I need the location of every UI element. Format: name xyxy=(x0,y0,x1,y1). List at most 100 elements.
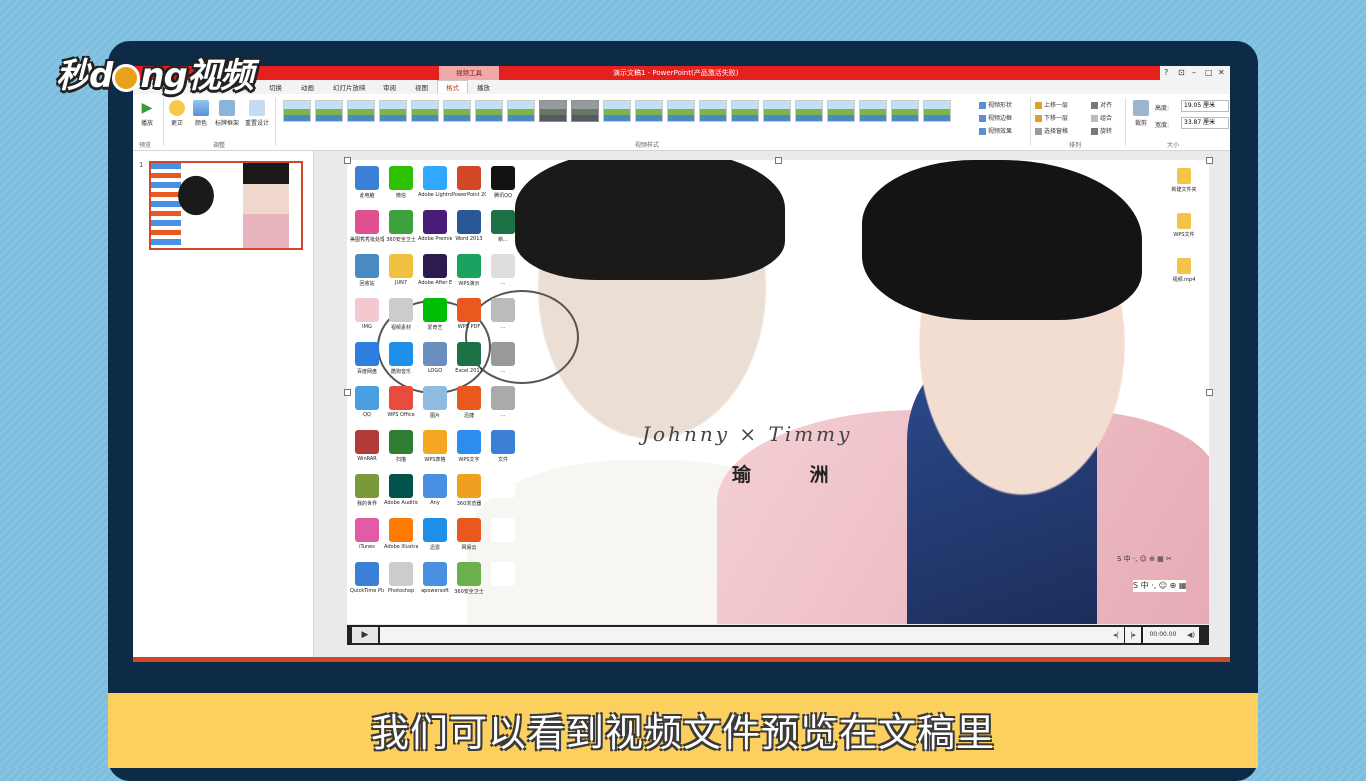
crop-button[interactable]: 裁剪 xyxy=(1127,100,1155,127)
send-backward-button[interactable]: 下移一层 xyxy=(1035,113,1068,122)
reset-design-button[interactable]: 重置设计 xyxy=(243,100,271,127)
resize-handle[interactable] xyxy=(344,157,351,164)
tab-playback[interactable]: 播放 xyxy=(477,82,490,92)
video-style-thumb[interactable] xyxy=(699,100,727,122)
ime-toolbar[interactable]: S 中 ·, ☺ ⊕ ▦ ✂ xyxy=(1117,553,1172,565)
video-style-thumb[interactable] xyxy=(315,100,343,122)
tab-review[interactable]: 审阅 xyxy=(383,82,396,92)
desktop-app-icon[interactable] xyxy=(491,298,515,322)
desktop-app-icon[interactable] xyxy=(423,342,447,366)
desktop-app-icon[interactable] xyxy=(423,518,447,542)
desktop-app-icon[interactable] xyxy=(355,342,379,366)
desktop-app-icon[interactable] xyxy=(389,298,413,322)
video-style-thumb[interactable] xyxy=(891,100,919,122)
player-back-button[interactable]: ◂| xyxy=(1108,627,1124,643)
desktop-app-icon[interactable] xyxy=(457,210,481,234)
video-style-thumb[interactable] xyxy=(667,100,695,122)
help-icon[interactable]: ? xyxy=(1164,68,1168,77)
maximize-button[interactable]: □ xyxy=(1205,68,1213,77)
desktop-app-icon[interactable] xyxy=(457,298,481,322)
video-style-thumb[interactable] xyxy=(795,100,823,122)
desktop-app-icon[interactable] xyxy=(457,342,481,366)
desktop-app-icon[interactable] xyxy=(389,474,413,498)
resize-handle[interactable] xyxy=(775,157,782,164)
desktop-app-icon[interactable] xyxy=(491,342,515,366)
close-button[interactable]: ✕ xyxy=(1218,68,1225,77)
video-style-thumb[interactable] xyxy=(539,100,567,122)
desktop-app-icon[interactable] xyxy=(457,430,481,454)
play-button[interactable]: ▶ 播放 xyxy=(133,100,161,127)
align-button[interactable]: 对齐 xyxy=(1091,100,1112,109)
desktop-file-icon[interactable] xyxy=(1177,258,1191,274)
desktop-app-icon[interactable] xyxy=(389,386,413,410)
desktop-app-icon[interactable] xyxy=(355,474,379,498)
tab-format[interactable]: 格式 xyxy=(437,80,468,93)
video-shape-button[interactable]: 视频形状 xyxy=(979,100,1012,109)
desktop-app-icon[interactable] xyxy=(389,254,413,278)
desktop-app-icon[interactable] xyxy=(457,562,481,586)
desktop-app-icon[interactable] xyxy=(491,386,515,410)
desktop-app-icon[interactable] xyxy=(389,562,413,586)
player-play-button[interactable]: ▶ xyxy=(352,627,378,643)
desktop-app-icon[interactable] xyxy=(355,298,379,322)
desktop-app-icon[interactable] xyxy=(491,518,515,542)
video-style-thumb[interactable] xyxy=(571,100,599,122)
desktop-app-icon[interactable] xyxy=(423,562,447,586)
rotate-button[interactable]: 旋转 xyxy=(1091,126,1112,135)
desktop-app-icon[interactable] xyxy=(423,298,447,322)
tab-view[interactable]: 视图 xyxy=(415,82,428,92)
tab-animations[interactable]: 动画 xyxy=(301,82,314,92)
desktop-app-icon[interactable] xyxy=(423,430,447,454)
video-effects-button[interactable]: 视频效果 xyxy=(979,126,1012,135)
desktop-app-icon[interactable] xyxy=(389,430,413,454)
video-style-thumb[interactable] xyxy=(859,100,887,122)
video-slide[interactable]: 此电脑 微信 Adobe Lightroo...PowerPoint 2013 腾讯Q… xyxy=(347,160,1209,624)
desktop-file-icon[interactable] xyxy=(1177,213,1191,229)
desktop-app-icon[interactable] xyxy=(457,254,481,278)
width-input[interactable]: 33.87 厘米 xyxy=(1181,117,1229,129)
video-style-thumb[interactable] xyxy=(731,100,759,122)
desktop-file-icon[interactable] xyxy=(1177,168,1191,184)
video-style-thumb[interactable] xyxy=(507,100,535,122)
desktop-app-icon[interactable] xyxy=(423,474,447,498)
desktop-app-icon[interactable] xyxy=(355,518,379,542)
desktop-app-icon[interactable] xyxy=(423,386,447,410)
desktop-app-icon[interactable] xyxy=(389,210,413,234)
desktop-app-icon[interactable] xyxy=(491,474,515,498)
desktop-app-icon[interactable] xyxy=(389,166,413,190)
desktop-app-icon[interactable] xyxy=(355,386,379,410)
ime-toolbar-2[interactable]: S 中 ·, ☺ ⊕ ▦ xyxy=(1133,580,1187,592)
video-style-thumb[interactable] xyxy=(603,100,631,122)
desktop-app-icon[interactable] xyxy=(423,210,447,234)
tab-slideshow[interactable]: 幻灯片放映 xyxy=(333,82,366,92)
desktop-app-icon[interactable] xyxy=(355,254,379,278)
video-style-thumb[interactable] xyxy=(635,100,663,122)
video-style-thumb[interactable] xyxy=(923,100,951,122)
video-style-thumb[interactable] xyxy=(827,100,855,122)
desktop-app-icon[interactable] xyxy=(355,430,379,454)
desktop-app-icon[interactable] xyxy=(423,166,447,190)
video-style-thumb[interactable] xyxy=(443,100,471,122)
desktop-app-icon[interactable] xyxy=(491,166,515,190)
desktop-app-icon[interactable] xyxy=(457,166,481,190)
video-style-thumb[interactable] xyxy=(475,100,503,122)
desktop-app-icon[interactable] xyxy=(355,166,379,190)
group-button[interactable]: 组合 xyxy=(1091,113,1112,122)
desktop-app-icon[interactable] xyxy=(457,386,481,410)
tab-transitions[interactable]: 切换 xyxy=(269,82,282,92)
desktop-app-icon[interactable] xyxy=(491,254,515,278)
resize-handle[interactable] xyxy=(1206,157,1213,164)
desktop-app-icon[interactable] xyxy=(491,210,515,234)
resize-handle[interactable] xyxy=(1206,389,1213,396)
player-forward-button[interactable]: |▸ xyxy=(1125,627,1141,643)
video-style-thumb[interactable] xyxy=(283,100,311,122)
poster-frame-button[interactable]: 标牌框架 xyxy=(213,100,241,127)
bring-forward-button[interactable]: 上移一层 xyxy=(1035,100,1068,109)
player-volume-button[interactable]: ◀) xyxy=(1183,627,1199,643)
desktop-app-icon[interactable] xyxy=(491,562,515,586)
selection-pane-button[interactable]: 选择窗格 xyxy=(1035,126,1068,135)
ribbon-display-icon[interactable]: ⊡ xyxy=(1178,68,1185,77)
video-border-button[interactable]: 视频边框 xyxy=(979,113,1012,122)
desktop-app-icon[interactable] xyxy=(457,518,481,542)
slide-thumbnail[interactable] xyxy=(149,161,303,250)
